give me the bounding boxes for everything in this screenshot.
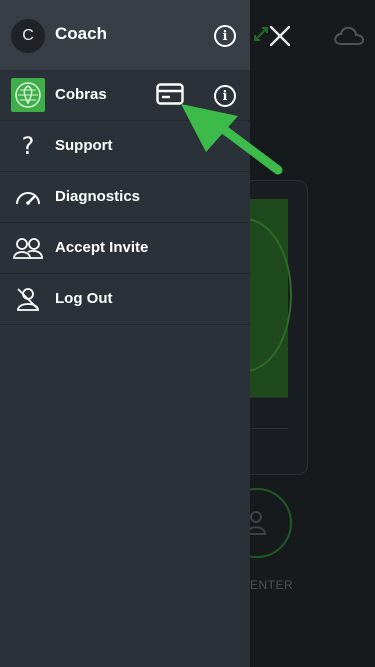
menu-item-label: Log Out (55, 290, 113, 307)
credit-card-icon[interactable] (156, 83, 184, 105)
menu-item-label: Accept Invite (55, 239, 149, 256)
menu-item-label: Support (55, 137, 113, 154)
menu-item-diagnostics[interactable]: Diagnostics (0, 172, 250, 223)
menu-item-support[interactable]: ? Support (0, 121, 250, 172)
team-name: Cobras (55, 86, 107, 103)
avatar[interactable]: C (11, 19, 45, 53)
close-icon[interactable] (268, 24, 292, 48)
expand-icon (254, 27, 268, 41)
menu-item-accept-invite[interactable]: Accept Invite (0, 223, 250, 274)
team-info-icon[interactable]: i (214, 85, 236, 107)
background-label: ENTER (250, 578, 294, 592)
question-icon: ? (21, 132, 35, 160)
people-icon (11, 231, 45, 265)
gauge-icon (11, 180, 45, 214)
menu-item-label: Diagnostics (55, 188, 141, 205)
logout-icon (11, 282, 45, 316)
user-role-title: Coach (55, 24, 107, 43)
info-icon[interactable]: i (214, 25, 236, 47)
navigation-drawer: C Coach i Cobras ? Support Diagnostics A… (0, 0, 250, 667)
drawer-header: C Coach i (0, 0, 250, 70)
team-logo-icon (15, 82, 41, 108)
menu-item-log-out[interactable]: Log Out (0, 274, 250, 325)
team-row[interactable]: Cobras (0, 70, 250, 121)
cloud-icon[interactable] (333, 24, 365, 46)
app-screen: ENTER C Coach i Cobras ? Support Diagnos… (0, 0, 375, 667)
team-logo (11, 78, 45, 112)
